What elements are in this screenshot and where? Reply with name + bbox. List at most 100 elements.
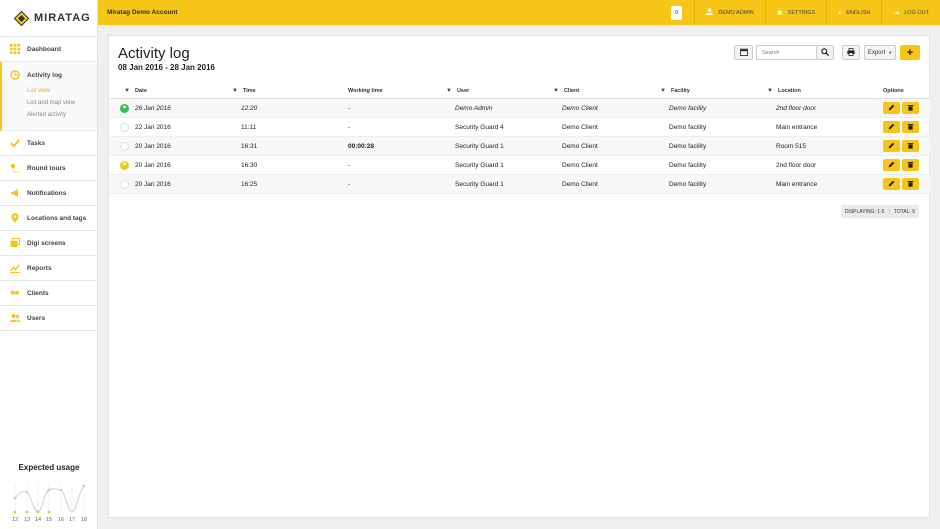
edit-button[interactable] <box>883 159 900 171</box>
delete-button[interactable] <box>902 159 919 171</box>
usage-sparkline: 12 13 14 15 16 17 18 <box>12 484 87 523</box>
filter-icon[interactable]: ▼ <box>232 88 238 94</box>
search-button[interactable] <box>816 45 834 60</box>
table-header: ▼ Date ▼ Time Working time ▼ User ▼ Client ▼… <box>110 84 930 99</box>
cell-text: - <box>348 123 351 131</box>
pencil-icon <box>888 180 895 189</box>
sidebar-item-round-tours[interactable]: Round tours <box>0 156 97 181</box>
sidebar-item-activity-log[interactable]: Activity log List view List and map view… <box>0 62 97 131</box>
cell-text: 2nd floor door <box>776 161 817 169</box>
edit-button[interactable] <box>883 178 900 190</box>
filter-icon[interactable]: ▼ <box>124 88 130 94</box>
filter-icon[interactable]: ▼ <box>767 88 773 94</box>
table-body: ⚑ 26 Jan 2016 12:20 - Demo Admin Demo Client D… <box>110 99 930 194</box>
col-label: Location <box>777 88 801 94</box>
col-label: Working time <box>348 88 383 94</box>
filter-icon[interactable]: ▼ <box>446 88 452 94</box>
cell-text: 00:00:28 <box>348 142 375 150</box>
subnav-list-view[interactable]: List view <box>27 88 75 94</box>
users-icon <box>10 313 20 323</box>
flag-icon: ● <box>838 9 842 16</box>
logout-link[interactable]: ⇥ LOG OUT <box>881 0 940 25</box>
delete-button[interactable] <box>902 102 919 114</box>
usage-title: Expected usage <box>18 463 80 472</box>
col-user[interactable]: ▼ User <box>431 84 538 98</box>
trash-icon <box>907 123 914 132</box>
cell-text: Demo facility <box>669 123 707 131</box>
edit-button[interactable] <box>883 121 900 133</box>
cell-options <box>859 156 930 174</box>
col-client[interactable]: ▼ Client <box>538 84 645 98</box>
edit-button[interactable] <box>883 102 900 114</box>
status-flag-icon: ⚑ <box>120 103 129 113</box>
col-location[interactable]: ▼ Location <box>752 84 859 98</box>
cell-options <box>859 137 930 155</box>
delete-button[interactable] <box>902 121 919 133</box>
trash-icon <box>907 180 914 189</box>
add-button[interactable]: + <box>900 45 920 60</box>
cell-work: - <box>324 175 431 193</box>
subnav-alerted-activity[interactable]: Alerted activity <box>27 112 75 118</box>
delete-button[interactable] <box>902 178 919 190</box>
cell-text: Demo Client <box>562 123 598 131</box>
sidebar-item-dashboard[interactable]: Dashboard <box>0 37 97 62</box>
cell-date: 20 Jan 2016 <box>110 137 217 155</box>
cell-user: Security Guard 1 <box>431 156 538 174</box>
cell-text: 16:30 <box>241 161 258 169</box>
logout-icon: ⇥ <box>893 9 900 17</box>
col-date[interactable]: ▼ Date <box>110 84 217 98</box>
table-row[interactable]: ⚑ 20 Jan 2016 16:30 - Security Guard 1 Demo C… <box>110 156 930 175</box>
sidebar-item-label: Clients <box>27 289 49 297</box>
megaphone-icon <box>10 188 20 198</box>
sidebar-item-users[interactable]: Users <box>0 306 97 331</box>
sidebar-item-clients[interactable]: Clients <box>0 281 97 306</box>
language-selector[interactable]: ● ENGLISH <box>826 0 881 25</box>
cell-text: Security Guard 1 <box>455 180 504 188</box>
col-facility[interactable]: ▼ Facility <box>645 84 752 98</box>
table-row[interactable]: 22 Jan 2016 11:11 - Security Guard 4 Demo Cl… <box>110 118 930 137</box>
calendar-icon <box>739 48 748 58</box>
cell-location: Room 515 <box>752 137 859 155</box>
user-menu[interactable]: DEMO ADMIN <box>694 0 764 25</box>
filter-icon[interactable]: ▼ <box>660 88 666 94</box>
cell-text: 20 Jan 2016 <box>135 180 171 188</box>
sidebar-item-notifications[interactable]: Notifications <box>0 181 97 206</box>
sidebar-item-tasks[interactable]: Tasks <box>0 131 97 156</box>
col-label: Facility <box>670 88 690 94</box>
search-input[interactable] <box>756 45 816 60</box>
cell-text: 20 Jan 2016 <box>135 161 171 169</box>
table-row[interactable]: ⚑ 26 Jan 2016 12:20 - Demo Admin Demo Client D… <box>110 99 930 118</box>
notification-counter[interactable]: 0 <box>671 5 683 20</box>
displaying-label: DISPLAYING: 1-5 <box>844 208 885 215</box>
cell-text: Room 515 <box>776 142 806 150</box>
cell-options <box>859 99 930 117</box>
logo[interactable]: MIRATAG <box>0 0 97 37</box>
subnav-list-map-view[interactable]: List and map view <box>27 100 75 106</box>
table-row[interactable]: 20 Jan 2016 16:25 - Security Guard 1 Demo Cl… <box>110 175 930 194</box>
edit-button[interactable] <box>883 140 900 152</box>
sidebar-item-digi-screens[interactable]: Digi screens <box>0 231 97 256</box>
cell-location: 2nd floor door <box>752 156 859 174</box>
filter-icon[interactable]: ▼ <box>553 88 559 94</box>
cell-client: Demo Client <box>538 118 645 136</box>
col-label: Date <box>134 88 147 94</box>
col-working-time: Working time <box>324 84 431 98</box>
check-icon <box>10 138 20 148</box>
date-range: 08 Jan 2016 - 28 Jan 2016 <box>118 63 215 72</box>
cell-text: - <box>348 104 351 112</box>
print-button[interactable] <box>842 45 860 60</box>
col-time[interactable]: ▼ Time <box>217 84 324 98</box>
cell-work: - <box>324 99 431 117</box>
calendar-button[interactable] <box>734 45 753 60</box>
sidebar-item-locations-tags[interactable]: Locations and tags <box>0 206 97 231</box>
delete-button[interactable] <box>902 140 919 152</box>
usage-x-label: 12 <box>12 517 18 523</box>
sidebar-item-reports[interactable]: Reports <box>0 256 97 281</box>
col-label: Time <box>242 88 256 94</box>
table-row[interactable]: 20 Jan 2016 16:31 00:00:28 Security Guard 1… <box>110 137 930 156</box>
cell-text: Demo facility <box>669 180 707 188</box>
page-title: Activity log <box>118 45 190 62</box>
settings-link[interactable]: ✱ SETTINGS <box>764 0 826 25</box>
pencil-icon <box>888 104 895 113</box>
export-dropdown[interactable]: Export ▼ <box>864 45 896 60</box>
